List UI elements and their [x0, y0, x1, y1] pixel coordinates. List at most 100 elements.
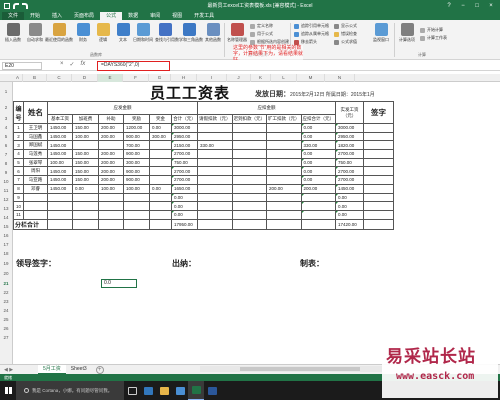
row-header[interactable]: 27 — [0, 333, 13, 364]
column-header[interactable]: I — [197, 74, 227, 82]
use-in-formula-item[interactable]: 用于公式 — [250, 31, 273, 37]
row-header[interactable]: 18 — [0, 249, 13, 258]
math-trig-button[interactable]: 数学和三角函数 — [175, 23, 203, 43]
start-button[interactable] — [0, 381, 16, 400]
row-header[interactable]: 1 — [0, 82, 13, 101]
recent-functions-button[interactable]: 最近使用的函数 — [45, 23, 73, 43]
table-cell-sub[interactable]: 200.00 — [98, 131, 124, 142]
table-cell-bonus[interactable]: 900.00 — [123, 149, 150, 159]
table-cell-total[interactable]: 2700.00 — [171, 175, 198, 185]
table-cell-late[interactable] — [231, 183, 267, 194]
table-cell-ded_total[interactable] — [300, 192, 336, 203]
edge-icon[interactable] — [140, 381, 156, 400]
table-cell-sign[interactable] — [363, 175, 394, 185]
table-cell-no[interactable]: 10 — [13, 201, 24, 211]
subheader[interactable]: 奖励 — [123, 114, 150, 124]
table-cell-no[interactable]: 11 — [13, 209, 24, 220]
tab-developer[interactable]: 开发工具 — [188, 12, 220, 20]
table-cell-late[interactable] — [231, 175, 267, 185]
table-cell-leave[interactable] — [197, 149, 233, 159]
add-sheet-icon[interactable]: + — [95, 365, 104, 374]
table-cell-ot[interactable] — [72, 209, 99, 220]
table-cell-no[interactable]: 9 — [13, 192, 24, 203]
table-cell-prize[interactable] — [149, 149, 172, 159]
table-cell-late[interactable] — [231, 209, 267, 220]
tab-page-layout[interactable]: 页面布局 — [68, 12, 100, 20]
column-header[interactable]: H — [171, 74, 197, 82]
trace-dependents-item[interactable]: 追踪从属单元格 — [294, 31, 329, 37]
calc-now-item[interactable]: 开始计算 — [420, 27, 443, 33]
active-cell[interactable]: 0.0 — [101, 279, 137, 288]
table-cell-bonus[interactable]: 900.00 — [123, 166, 150, 177]
row-header[interactable]: 16 — [0, 231, 13, 240]
table-cell-prize[interactable] — [149, 192, 172, 203]
table-cell-name[interactable]: 马亚路 — [23, 175, 48, 185]
table-cell-bonus[interactable]: 100.00 — [123, 183, 150, 194]
table-cell-ot[interactable]: 150.00 — [72, 123, 99, 133]
table-cell-leave[interactable] — [197, 123, 233, 133]
table-cell-bonus[interactable] — [123, 209, 150, 220]
header-actual[interactable]: 实发工资（元） — [335, 101, 364, 124]
table-cell-absent[interactable] — [266, 149, 302, 159]
row-header[interactable]: 13 — [0, 204, 13, 213]
table-cell-name[interactable]: 张翠琴 — [23, 157, 48, 168]
table-cell-no[interactable]: 3 — [13, 140, 24, 151]
table-cell-ot[interactable]: 0.00 — [72, 183, 99, 194]
table-cell-actual[interactable]: 2950.00 — [335, 131, 364, 142]
table-cell-base[interactable]: 1450.00 — [47, 123, 73, 133]
column-header[interactable]: M — [297, 74, 325, 82]
column-header[interactable]: C — [47, 74, 72, 82]
issue-date[interactable]: 发放日期：2015年2月12日 所属日期：2015年1月 — [255, 89, 375, 99]
table-cell-sign[interactable] — [363, 209, 394, 220]
table-cell-late[interactable] — [231, 131, 267, 142]
table-cell-ded_total[interactable]: 200.00 — [300, 183, 336, 194]
sheet-tab-active[interactable]: 5月工资 — [38, 365, 66, 374]
table-cell-actual[interactable]: 2700.00 — [335, 166, 364, 177]
column-header[interactable]: N — [325, 74, 355, 82]
word-icon[interactable] — [204, 381, 220, 400]
table-cell-name[interactable] — [23, 192, 48, 203]
row-header[interactable]: 4 — [0, 123, 13, 132]
table-cell-base[interactable]: 1450.00 — [47, 131, 73, 142]
row-header[interactable]: 6 — [0, 141, 13, 150]
subheader[interactable]: 迟到扣款（元） — [231, 114, 267, 124]
table-cell-name[interactable] — [23, 201, 48, 211]
maximize-icon[interactable]: □ — [470, 0, 484, 11]
table-cell-total[interactable]: 0.00 — [171, 192, 198, 203]
financial-button[interactable]: 财务 — [72, 23, 94, 43]
header-deduct[interactable]: 应扣金额 — [197, 101, 336, 115]
enter-icon[interactable]: ✓ — [70, 61, 75, 68]
tab-file[interactable]: 文件 — [2, 12, 25, 20]
table-cell-actual[interactable]: 3000.00 — [335, 123, 364, 133]
table-cell-name[interactable]: 马莲秀 — [23, 149, 48, 159]
table-cell-prize[interactable] — [149, 140, 172, 151]
table-cell[interactable] — [300, 218, 336, 230]
column-header[interactable]: G — [149, 74, 171, 82]
table-cell-total[interactable]: 2150.00 — [171, 140, 198, 151]
table-cell-absent[interactable] — [266, 140, 302, 151]
header-no[interactable]: 编号 — [13, 101, 24, 124]
table-cell-late[interactable] — [231, 192, 267, 203]
table-cell-name[interactable]: 周阳 — [23, 166, 48, 177]
store-icon[interactable] — [172, 381, 188, 400]
column-header[interactable]: E — [98, 74, 123, 82]
table-cell-no[interactable]: 7 — [13, 175, 24, 185]
table-cell-sub[interactable]: 200.00 — [98, 123, 124, 133]
table-cell-total[interactable]: 2700.00 — [171, 149, 198, 159]
table-cell-ded_total[interactable] — [300, 209, 336, 220]
row-header[interactable]: 23 — [0, 297, 13, 306]
table-cell-leave[interactable] — [197, 175, 233, 185]
table-cell-prize[interactable] — [149, 157, 172, 168]
subheader[interactable]: 应扣合计（元） — [300, 114, 336, 124]
table-cell[interactable] — [98, 218, 124, 230]
table-cell-absent[interactable] — [266, 123, 302, 133]
sheet-nav-arrows[interactable]: ◀ ▶ — [0, 367, 38, 373]
table-cell-sign[interactable] — [363, 140, 394, 151]
table-cell-sign[interactable] — [363, 166, 394, 177]
table-cell[interactable] — [149, 218, 172, 230]
table-cell-sign[interactable] — [363, 157, 394, 168]
datetime-button[interactable]: 日期和时间 — [132, 23, 154, 43]
leader-sign-label[interactable]: 领导签字： — [16, 258, 56, 269]
table-cell-bonus[interactable] — [123, 192, 150, 203]
table-cell-ot[interactable] — [72, 140, 99, 151]
